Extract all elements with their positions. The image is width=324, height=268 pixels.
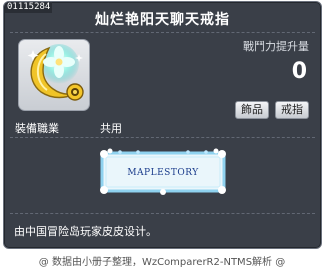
item-tooltip: 01115284 灿烂艳阳天聊天戒指 戰鬥力提升量 0 飾品 戒指 裝備職業 共… — [3, 1, 322, 249]
divider-bottom — [10, 213, 315, 214]
combat-power-label: 戰鬥力提升量 — [243, 40, 309, 53]
tag-ring: 戒指 — [275, 101, 309, 119]
item-description: 由中国冒险岛玩家皮皮设计。 — [14, 225, 157, 238]
item-icon-frame — [18, 39, 90, 111]
moon-flower-ring-icon — [27, 44, 84, 101]
job-label: 裝備職業 — [15, 122, 59, 135]
tag-accessory: 飾品 — [235, 101, 269, 119]
combat-power-value: 0 — [291, 59, 307, 84]
footer-credit: @ 数据由小册子整理，WzComparerR2-NTMS解析 @ — [38, 257, 286, 268]
chat-ring-text: MAPLESTORY — [127, 168, 199, 178]
divider-top — [10, 32, 315, 33]
item-name: 灿烂艳阳天聊天戒指 — [95, 12, 230, 28]
job-value: 共用 — [100, 122, 122, 135]
chat-ring-preview: MAPLESTORY — [98, 147, 228, 197]
divider-middle — [10, 137, 315, 138]
